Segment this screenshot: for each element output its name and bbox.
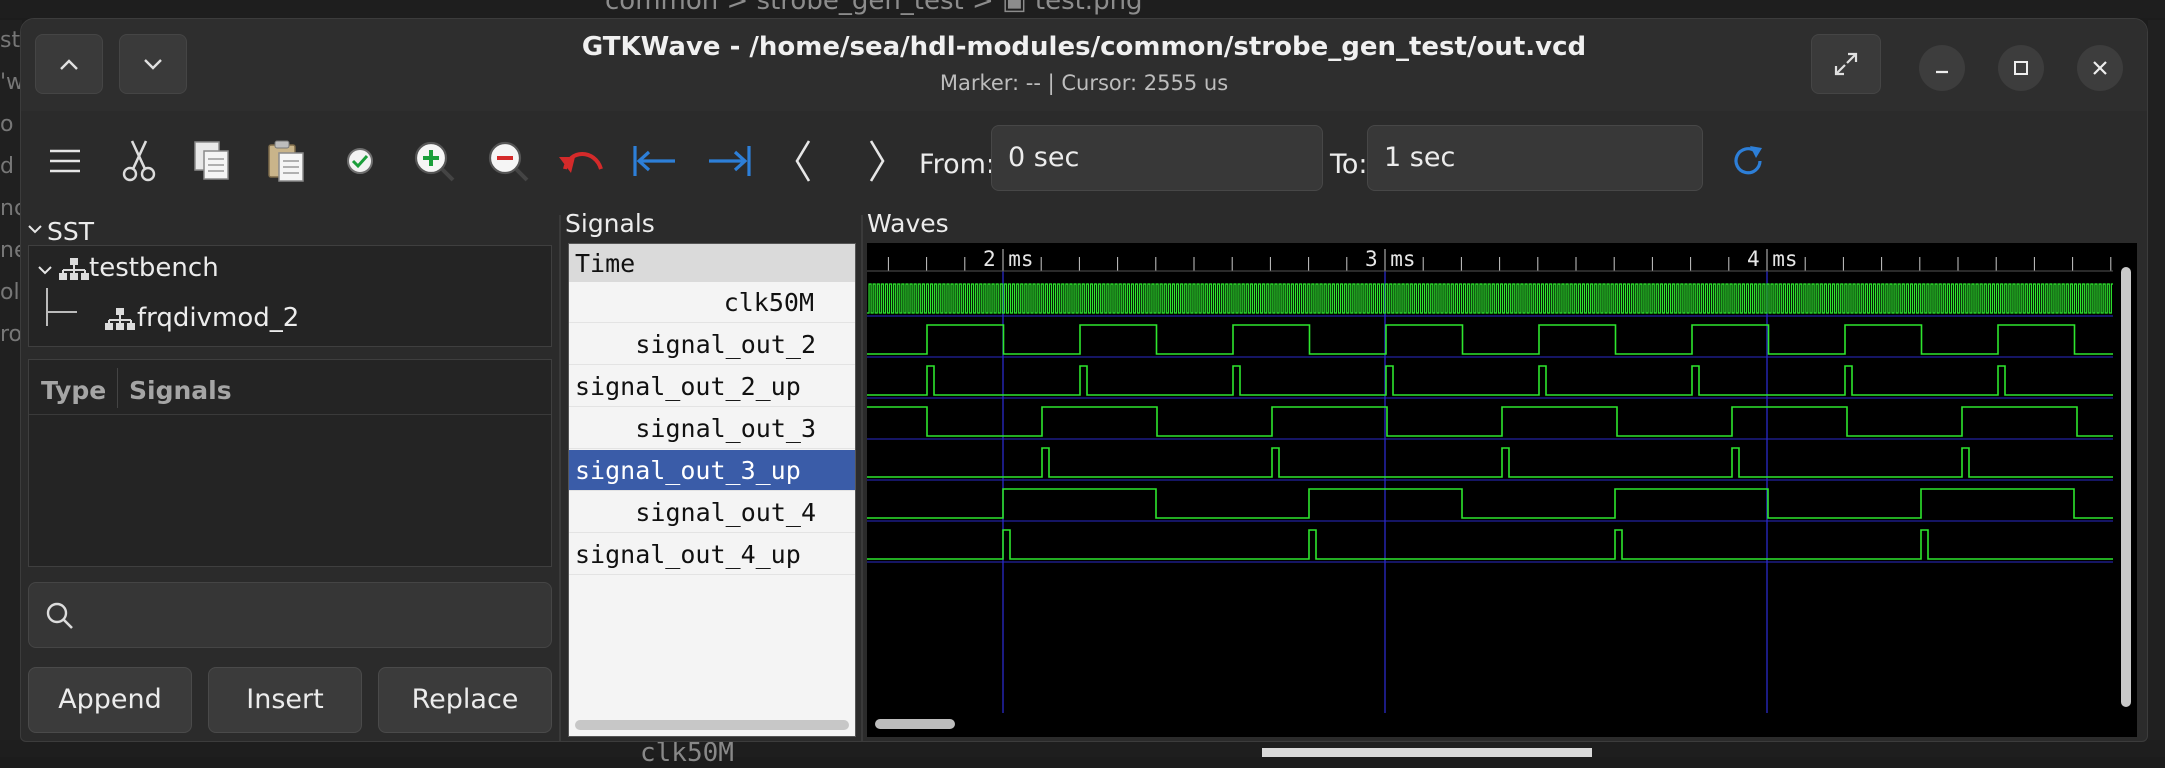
column-divider [117,368,118,408]
background-bottom-bar [0,740,2165,757]
insert-button[interactable]: Insert [208,667,362,733]
signal-row-clk50m[interactable]: clk50M [569,282,855,323]
signal-search-input[interactable] [28,582,552,648]
signal-row-signal-out-4[interactable]: signal_out_4 [569,492,855,533]
background-left-panel: st 'w o d nc ne ol ro [0,20,28,757]
go-to-start-button[interactable] [627,133,683,189]
hierarchy-icon [59,258,89,280]
column-header-signals[interactable]: Signals [129,376,232,405]
pane-divider[interactable] [861,215,863,741]
tree-item-frqdivmod-2[interactable]: frqdivmod_2 [137,303,299,333]
maximize-icon [2014,61,2028,75]
type-signals-table: Type Signals [28,359,552,567]
copy-button[interactable] [184,133,240,189]
signal-row-signal-out-2[interactable]: signal_out_2 [569,324,855,365]
close-button[interactable] [2077,45,2123,91]
background-left-fragment: nc [0,196,27,221]
replace-button[interactable]: Replace [378,667,552,733]
background-left-fragment: ro [0,322,23,347]
sst-collapse-icon[interactable] [27,223,43,235]
background-bottom-text: clk50M [640,738,734,768]
pane-divider[interactable] [559,215,561,741]
cut-button[interactable] [111,133,167,189]
go-to-start-icon [633,146,675,176]
background-left-fragment: st [0,28,21,53]
tree-expander-icon[interactable] [37,264,53,276]
background-right-panel [2148,20,2165,757]
zoom-in-button[interactable] [406,133,462,189]
zoom-out-button[interactable] [480,133,536,189]
title-bar: GTKWave - /home/sea/hdl-modules/common/s… [21,19,2147,111]
minimize-button[interactable] [1919,45,1965,91]
go-to-end-icon [709,146,751,176]
header-separator [29,414,551,415]
time-label-2ms: 2 ms [983,247,1034,271]
background-left-fragment: o [0,112,14,137]
tree-branch-line [46,288,77,326]
from-label: From: [919,149,995,180]
reload-button[interactable] [1720,133,1776,189]
fullscreen-icon [1834,52,1858,76]
waves-panel: 2 ms 3 ms 4 ms [867,243,2137,737]
hierarchy-icon [105,308,135,330]
waves-title: Waves [867,209,949,238]
background-left-fragment: d [0,154,14,179]
minimize-icon [1936,70,1948,74]
background-left-fragment: ol [0,280,20,305]
background-left-fragment: 'w [0,70,25,95]
append-button[interactable]: Append [28,667,192,733]
column-header-type[interactable]: Type [41,376,106,405]
waves-vertical-scrollbar[interactable] [2121,267,2131,707]
to-input[interactable]: 1 sec [1367,125,1703,191]
copy-icon [194,141,229,180]
time-header: Time [569,244,855,282]
undo-zoom-button[interactable] [554,133,610,189]
toolbar: From: 0 sec To: 1 sec [21,111,2147,211]
signal-row-signal-out-3-up[interactable]: signal_out_3_up [569,450,855,491]
maximize-button[interactable] [1998,45,2044,91]
zoom-out-icon [488,141,529,182]
menu-icon [50,149,80,173]
signals-horizontal-scrollbar[interactable] [575,720,849,730]
time-label-3ms: 3 ms [1365,247,1416,271]
from-input[interactable]: 0 sec [991,125,1323,191]
sst-title: SST [47,217,95,246]
next-edge-icon [869,140,885,182]
close-icon [2093,61,2107,75]
select-all-button[interactable] [332,133,388,189]
go-to-end-button[interactable] [701,133,757,189]
paste-icon [268,140,304,182]
time-label-4ms: 4 ms [1747,247,1798,271]
next-edge-button[interactable] [849,133,905,189]
cut-icon [122,140,156,182]
waves-horizontal-scrollbar[interactable] [875,719,955,729]
previous-edge-button[interactable] [775,133,831,189]
zoom-in-icon [414,141,455,182]
menu-button[interactable] [37,133,93,189]
background-left-fragment: ne [0,238,28,263]
paste-button[interactable] [258,133,314,189]
signal-row-signal-out-3[interactable]: signal_out_3 [569,408,855,449]
background-bottom-block [1262,748,1592,757]
signals-title: Signals [565,209,655,238]
signal-row-signal-out-4-up[interactable]: signal_out_4_up [569,534,855,575]
tree-item-testbench[interactable]: testbench [89,253,219,283]
signal-row-signal-out-2-up[interactable]: signal_out_2_up [569,366,855,407]
gtkwave-window: GTKWave - /home/sea/hdl-modules/common/s… [20,18,2148,742]
previous-edge-icon [795,140,811,182]
to-label: To: [1330,149,1368,180]
search-icon [46,602,73,629]
select-all-icon [347,148,373,174]
waveform-canvas[interactable]: 2 ms 3 ms 4 ms [867,243,2113,713]
background-breadcrumb: common > strobe_gen_test > ▣ test.png [605,0,1143,16]
fullscreen-button[interactable] [1811,34,1881,94]
undo-icon [559,152,603,173]
signals-list: Time clk50M signal_out_2 signal_out_2_up… [568,243,856,737]
reload-icon [1734,146,1762,175]
sst-tree: testbench frqdivmod_2 [28,245,552,347]
